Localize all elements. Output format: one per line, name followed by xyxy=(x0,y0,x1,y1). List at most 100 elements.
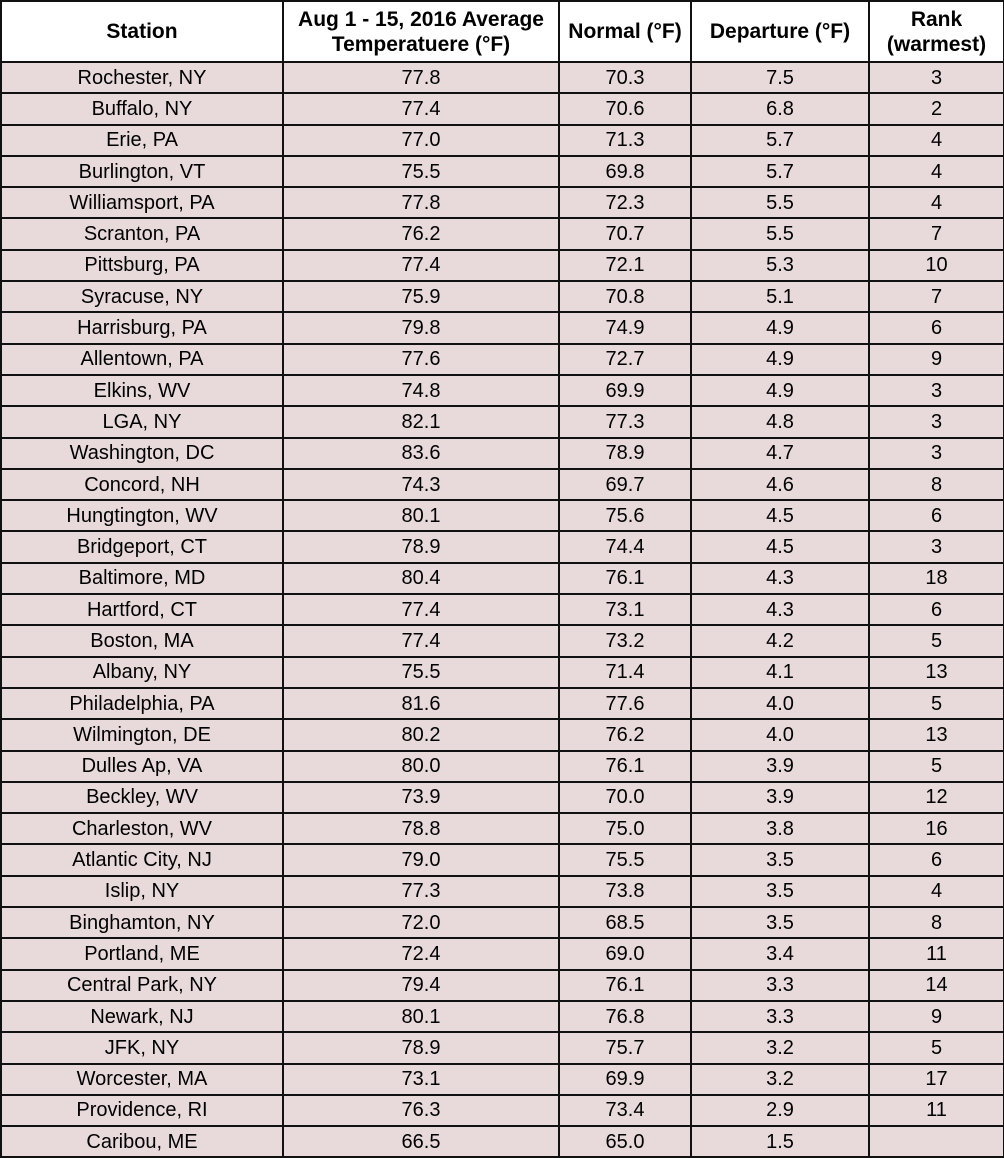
departure-cell: 5.7 xyxy=(690,154,870,189)
station-cell: Islip, NY xyxy=(0,874,284,909)
normal-cell: 73.8 xyxy=(558,874,692,909)
station-cell: Portland, ME xyxy=(0,937,284,971)
table-row: Wilmington, DE 80.2 76.2 4.0 13 xyxy=(0,718,1004,752)
station-cell: Binghamton, NY xyxy=(0,906,284,940)
rank-cell: 5 xyxy=(868,1031,1004,1065)
table-row: Allentown, PA 77.6 72.7 4.9 9 xyxy=(0,342,1004,376)
rank-cell: 5 xyxy=(868,749,1004,783)
table-row: Atlantic City, NJ 79.0 75.5 3.5 6 xyxy=(0,843,1004,877)
station-cell: Charleston, WV xyxy=(0,812,284,846)
average-temperature-cell: 80.2 xyxy=(282,718,560,752)
normal-cell: 75.5 xyxy=(558,843,692,877)
header-text-line: Normal (°F) xyxy=(568,20,682,43)
table-row: Dulles Ap, VA 80.0 76.1 3.9 5 xyxy=(0,749,1004,783)
station-cell: Dulles Ap, VA xyxy=(0,749,284,783)
table-row: Portland, ME 72.4 69.0 3.4 11 xyxy=(0,937,1004,971)
temperature-table: Station Aug 1 - 15, 2016 Average Temperatu… xyxy=(0,0,1004,1158)
rank-cell: 11 xyxy=(868,1093,1004,1128)
average-temperature-cell: 77.3 xyxy=(282,874,560,909)
rank-cell: 7 xyxy=(868,280,1004,314)
header-station: Station xyxy=(0,0,284,63)
average-temperature-cell: 79.0 xyxy=(282,843,560,877)
station-cell: LGA, NY xyxy=(0,405,284,439)
departure-cell: 3.4 xyxy=(690,937,870,971)
normal-cell: 68.5 xyxy=(558,906,692,940)
normal-cell: 77.6 xyxy=(558,686,692,721)
rank-cell: 5 xyxy=(868,624,1004,658)
station-cell: Rochester, NY xyxy=(0,60,284,95)
header-departure: Departure (°F) xyxy=(690,0,870,63)
rank-cell: 17 xyxy=(868,1062,1004,1096)
header-text-line: Aug 1 - 15, 2016 Average xyxy=(298,7,544,31)
station-cell: Syracuse, NY xyxy=(0,280,284,314)
average-temperature-cell: 79.8 xyxy=(282,311,560,345)
station-cell: Providence, RI xyxy=(0,1093,284,1128)
table-row: LGA, NY 82.1 77.3 4.8 3 xyxy=(0,405,1004,439)
table-row: Burlington, VT 75.5 69.8 5.7 4 xyxy=(0,154,1004,189)
normal-cell: 70.7 xyxy=(558,217,692,251)
normal-cell: 75.6 xyxy=(558,499,692,533)
departure-cell: 5.7 xyxy=(690,123,870,157)
normal-cell: 72.1 xyxy=(558,248,692,283)
average-temperature-cell: 77.4 xyxy=(282,248,560,283)
normal-cell: 69.8 xyxy=(558,154,692,189)
average-temperature-cell: 72.4 xyxy=(282,937,560,971)
table-row: Rochester, NY 77.8 70.3 7.5 3 xyxy=(0,60,1004,95)
departure-cell: 4.3 xyxy=(690,561,870,596)
departure-cell: 3.5 xyxy=(690,874,870,909)
departure-cell: 3.3 xyxy=(690,968,870,1002)
table-row: Charleston, WV 78.8 75.0 3.8 16 xyxy=(0,812,1004,846)
normal-cell: 73.2 xyxy=(558,624,692,658)
departure-cell: 4.1 xyxy=(690,655,870,689)
normal-cell: 71.4 xyxy=(558,655,692,689)
rank-cell: 14 xyxy=(868,968,1004,1002)
header-text-line: Rank xyxy=(910,7,963,31)
station-cell: Albany, NY xyxy=(0,655,284,689)
average-temperature-cell: 77.0 xyxy=(282,123,560,157)
station-cell: JFK, NY xyxy=(0,1031,284,1065)
station-cell: Concord, NH xyxy=(0,467,284,502)
average-temperature-cell: 73.1 xyxy=(282,1062,560,1096)
table-row: Hartford, CT 77.4 73.1 4.3 6 xyxy=(0,593,1004,627)
average-temperature-cell: 74.3 xyxy=(282,467,560,502)
station-cell: Washington, DC xyxy=(0,436,284,470)
departure-cell: 3.2 xyxy=(690,1031,870,1065)
average-temperature-cell: 75.5 xyxy=(282,655,560,689)
departure-cell: 3.8 xyxy=(690,812,870,846)
average-temperature-cell: 78.8 xyxy=(282,812,560,846)
average-temperature-cell: 83.6 xyxy=(282,436,560,470)
normal-cell: 74.4 xyxy=(558,530,692,564)
header-normal: Normal (°F) xyxy=(558,0,692,63)
departure-cell: 4.0 xyxy=(690,686,870,721)
average-temperature-cell: 80.1 xyxy=(282,499,560,533)
departure-cell: 1.5 xyxy=(690,1125,870,1158)
departure-cell: 4.0 xyxy=(690,718,870,752)
station-cell: Buffalo, NY xyxy=(0,92,284,126)
normal-cell: 65.0 xyxy=(558,1125,692,1158)
departure-cell: 4.5 xyxy=(690,530,870,564)
rank-cell: 18 xyxy=(868,561,1004,596)
departure-cell: 4.9 xyxy=(690,373,870,408)
rank-cell: 4 xyxy=(868,186,1004,220)
station-cell: Erie, PA xyxy=(0,123,284,157)
table-row: Washington, DC 83.6 78.9 4.7 3 xyxy=(0,436,1004,470)
rank-cell: 6 xyxy=(868,499,1004,533)
rank-cell: 7 xyxy=(868,217,1004,251)
rank-cell: 11 xyxy=(868,937,1004,971)
table-row: Bridgeport, CT 78.9 74.4 4.5 3 xyxy=(0,530,1004,564)
rank-cell: 16 xyxy=(868,812,1004,846)
rank-cell: 6 xyxy=(868,843,1004,877)
rank-cell: 3 xyxy=(868,405,1004,439)
normal-cell: 76.8 xyxy=(558,999,692,1034)
average-temperature-cell: 77.4 xyxy=(282,624,560,658)
normal-cell: 72.3 xyxy=(558,186,692,220)
normal-cell: 77.3 xyxy=(558,405,692,439)
average-temperature-cell: 80.1 xyxy=(282,999,560,1034)
station-cell: Elkins, WV xyxy=(0,373,284,408)
header-row: Station Aug 1 - 15, 2016 Average Temperatu… xyxy=(0,0,1004,63)
header-text-line: Station xyxy=(106,20,178,43)
average-temperature-cell: 77.8 xyxy=(282,60,560,95)
departure-cell: 5.1 xyxy=(690,280,870,314)
rank-cell: 13 xyxy=(868,718,1004,752)
rank-cell: 6 xyxy=(868,593,1004,627)
